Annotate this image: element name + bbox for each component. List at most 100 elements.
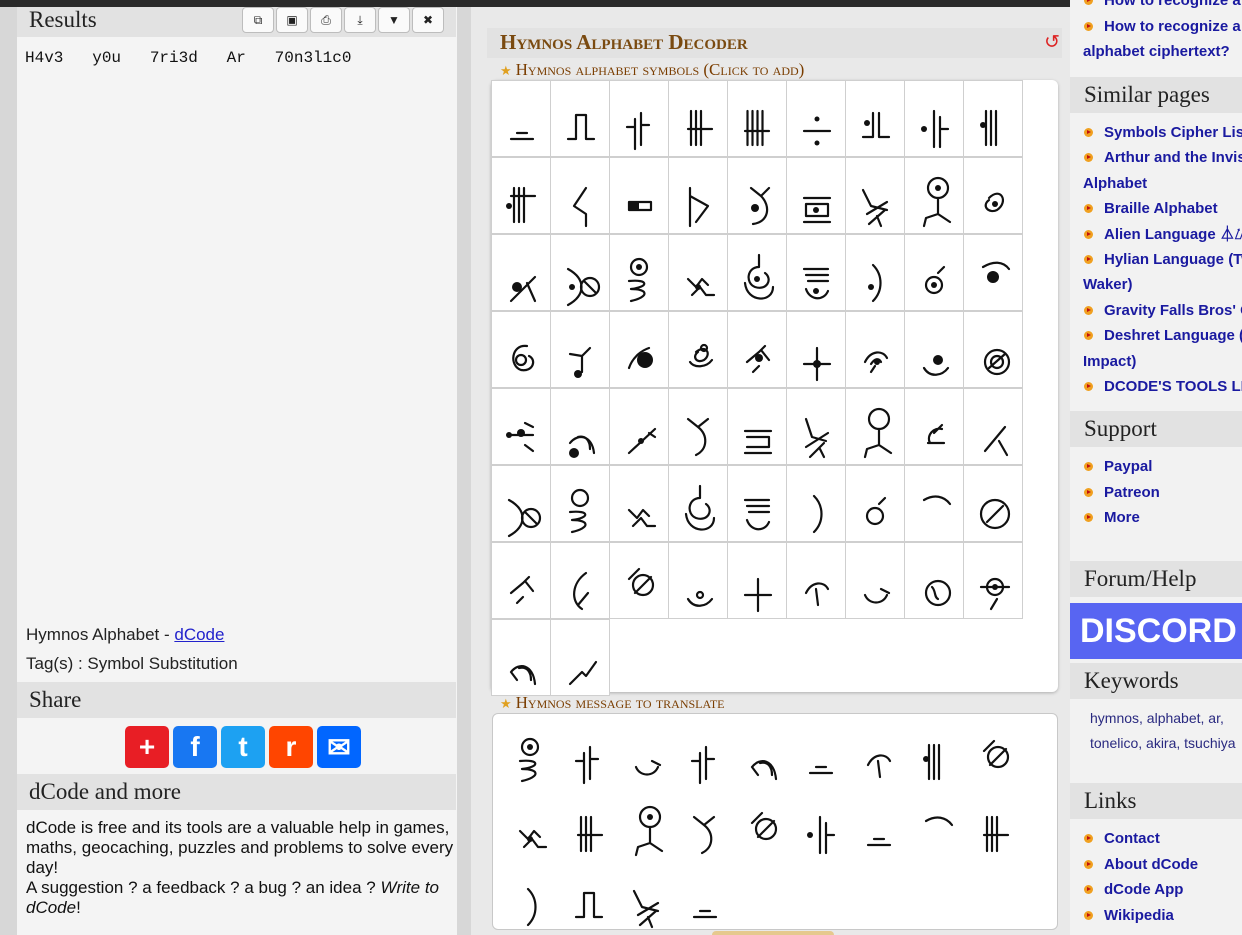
reddit-share-button[interactable]: r (269, 726, 313, 768)
sidebar-link[interactable]: dCode App (1083, 877, 1242, 902)
symbol-key[interactable] (668, 80, 728, 157)
symbol-key[interactable] (550, 465, 610, 542)
symbol-key[interactable] (786, 388, 846, 465)
symbol-key[interactable] (904, 80, 964, 157)
symbol-key[interactable] (845, 80, 905, 157)
symbol-key[interactable] (609, 80, 669, 157)
sidebar-link[interactable]: Patreon (1083, 480, 1242, 505)
symbol-key[interactable] (491, 388, 551, 465)
symbol-key[interactable] (845, 311, 905, 388)
symbol-key[interactable] (727, 542, 787, 619)
message-input[interactable] (492, 713, 1058, 930)
symbol-key[interactable] (727, 388, 787, 465)
symbol-key[interactable] (491, 157, 551, 234)
symbol-key[interactable] (609, 157, 669, 234)
symbol-key[interactable] (786, 234, 846, 311)
symbol-key[interactable] (727, 234, 787, 311)
symbol-key[interactable] (609, 465, 669, 542)
symbol-key[interactable] (963, 234, 1023, 311)
reset-icon[interactable]: ↺ (1044, 31, 1060, 54)
result-output[interactable]: H4v3 y0u 7ri3d Ar 70n3l1c0 (25, 49, 351, 67)
sidebar-link[interactable]: More (1083, 505, 1242, 530)
sidebar-link[interactable]: Paypal (1083, 454, 1242, 479)
sidebar-link[interactable]: Wikipedia (1083, 903, 1242, 928)
email-share-button[interactable]: ✉ (317, 726, 361, 768)
symbol-key[interactable] (845, 234, 905, 311)
symbol-key[interactable] (963, 542, 1023, 619)
symbol-key[interactable] (727, 465, 787, 542)
sidebar-link[interactable]: alphabet ciphertext? (1083, 39, 1242, 64)
symbol-key[interactable] (904, 465, 964, 542)
symbol-key[interactable] (904, 157, 964, 234)
sidebar-link[interactable]: Waker) (1083, 272, 1242, 297)
sidebar-link[interactable]: How to recognize a (1083, 0, 1242, 13)
symbol-key[interactable] (609, 234, 669, 311)
symbol-key[interactable] (904, 388, 964, 465)
symbol-key[interactable] (963, 80, 1023, 157)
sidebar-link[interactable]: Impact) (1083, 349, 1242, 374)
symbol-key[interactable] (904, 234, 964, 311)
copy-icon[interactable]: ⧉ (242, 7, 274, 33)
symbol-key[interactable] (550, 80, 610, 157)
symbol-key[interactable] (786, 311, 846, 388)
sidebar-link[interactable]: Alien Language ⏃⌰⟟⟒⋏ (1083, 222, 1242, 247)
symbol-key[interactable] (786, 542, 846, 619)
symbol-key[interactable] (786, 157, 846, 234)
symbol-key[interactable] (727, 80, 787, 157)
symbol-key[interactable] (727, 311, 787, 388)
symbol-key[interactable] (845, 157, 905, 234)
symbol-key[interactable] (668, 234, 728, 311)
pin-icon[interactable]: ▼ (378, 7, 410, 33)
decrypt-button[interactable] (712, 931, 834, 935)
keywords[interactable]: tonelico, akira, tsuchiya (1090, 731, 1242, 756)
symbol-key[interactable] (904, 542, 964, 619)
symbol-key[interactable] (668, 157, 728, 234)
sidebar-link[interactable]: DCODE'S TOOLS LIST (1083, 374, 1242, 399)
symbol-key[interactable] (668, 388, 728, 465)
sidebar-link[interactable]: Alphabet (1083, 171, 1242, 196)
sidebar-link[interactable]: Braille Alphabet (1083, 196, 1242, 221)
symbol-key[interactable] (668, 542, 728, 619)
discord-banner[interactable]: DISCORD (1070, 603, 1242, 659)
sidebar-link[interactable]: Deshret Language (Genshin (1083, 323, 1242, 348)
print-icon[interactable]: ⎙ (310, 7, 342, 33)
symbol-key[interactable] (963, 388, 1023, 465)
symbol-key[interactable] (550, 542, 610, 619)
sidebar-link[interactable]: Arthur and the Invisibles (1083, 145, 1242, 170)
close-icon[interactable]: ✖ (412, 7, 444, 33)
symbol-key[interactable] (550, 619, 610, 696)
sidebar-link[interactable]: Hylian Language (Twilight (1083, 247, 1242, 272)
symbol-key[interactable] (491, 465, 551, 542)
symbol-key[interactable] (727, 157, 787, 234)
symbol-key[interactable] (609, 311, 669, 388)
facebook-share-button[interactable]: f (173, 726, 217, 768)
symbol-key[interactable] (963, 465, 1023, 542)
symbols-header[interactable]: ★ Hymnos alphabet symbols (Click to add) (500, 60, 804, 80)
symbol-key[interactable] (845, 542, 905, 619)
sidebar-link[interactable]: Gravity Falls Bros' Cipher (1083, 298, 1242, 323)
symbol-key[interactable] (491, 311, 551, 388)
symbol-key[interactable] (550, 234, 610, 311)
symbol-key[interactable] (609, 388, 669, 465)
sidebar-link[interactable]: Contact (1083, 826, 1242, 851)
symbol-key[interactable] (845, 465, 905, 542)
symbol-key[interactable] (845, 388, 905, 465)
addtoany-share-button[interactable]: + (125, 726, 169, 768)
symbol-key[interactable] (963, 157, 1023, 234)
symbol-key[interactable] (491, 234, 551, 311)
screenshot-icon[interactable]: ▣ (276, 7, 308, 33)
dcode-link[interactable]: dCode (174, 625, 224, 644)
symbol-key[interactable] (550, 388, 610, 465)
symbol-key[interactable] (491, 80, 551, 157)
download-icon[interactable]: ⤓ (344, 7, 376, 33)
symbol-key[interactable] (904, 311, 964, 388)
symbol-key[interactable] (668, 311, 728, 388)
symbol-key[interactable] (491, 619, 551, 696)
symbol-key[interactable] (963, 311, 1023, 388)
sidebar-link[interactable]: About dCode (1083, 852, 1242, 877)
twitter-share-button[interactable]: t (221, 726, 265, 768)
sidebar-link[interactable]: Symbols Cipher List (1083, 120, 1242, 145)
keywords[interactable]: hymnos, alphabet, ar, (1090, 706, 1242, 731)
symbol-key[interactable] (786, 80, 846, 157)
symbol-key[interactable] (609, 542, 669, 619)
